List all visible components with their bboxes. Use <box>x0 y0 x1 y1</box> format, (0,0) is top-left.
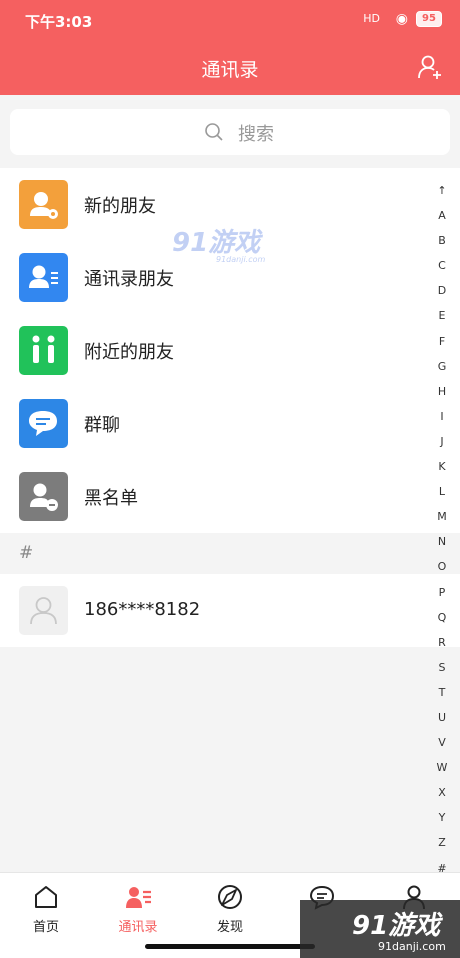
contact-row[interactable]: 186****8182 <box>0 574 460 647</box>
home-indicator <box>145 944 315 949</box>
index-letter[interactable]: B <box>432 228 452 253</box>
search-placeholder: 搜索 <box>238 124 274 145</box>
nearby-friends-item[interactable]: 附近的朋友 <box>0 314 430 387</box>
index-letter[interactable]: E <box>432 303 452 328</box>
index-letter[interactable]: Z <box>432 830 452 855</box>
index-letter[interactable]: D <box>432 278 452 303</box>
avatar-icon <box>19 586 68 635</box>
index-letter[interactable]: U <box>432 705 452 730</box>
index-letter[interactable]: K <box>432 454 452 479</box>
signal-icon: HD <box>363 12 380 25</box>
contact-name: 186****8182 <box>84 599 201 620</box>
page-title: 通讯录 <box>201 59 259 81</box>
search-input[interactable]: 搜索 <box>10 109 450 155</box>
wifi-icon: ◉ <box>395 11 408 27</box>
index-letter[interactable]: Y <box>432 805 452 830</box>
status-time: 下午3:03 <box>25 13 93 31</box>
blacklist-label: 黑名单 <box>84 488 138 509</box>
contacts-icon <box>126 887 151 908</box>
blacklist-item[interactable]: 黑名单 <box>0 460 430 533</box>
index-letter[interactable]: P <box>432 580 452 605</box>
battery-icon: 95 <box>416 11 442 27</box>
index-letter[interactable]: O <box>432 554 452 579</box>
group-chat-icon <box>19 399 68 448</box>
alphabet-index[interactable]: ↑ A B C D E F G H I J K L M N O P Q R S T U V W X Y Z # <box>432 178 452 881</box>
index-letter[interactable]: A <box>432 203 452 228</box>
tab-contacts-label: 通讯录 <box>118 920 158 935</box>
address-book-friends-label: 通讯录朋友 <box>84 269 174 290</box>
index-letter[interactable]: H <box>432 379 452 404</box>
index-letter[interactable]: V <box>432 730 452 755</box>
index-letter[interactable]: X <box>432 780 452 805</box>
index-letter[interactable]: N <box>432 529 452 554</box>
blacklist-icon <box>19 472 68 521</box>
new-friends-label: 新的朋友 <box>84 196 156 217</box>
index-letter[interactable]: W <box>432 755 452 780</box>
search-icon <box>205 123 223 141</box>
index-letter[interactable]: R <box>432 630 452 655</box>
watermark-text: 91游戏 <box>172 228 261 258</box>
group-chat-item[interactable]: 群聊 <box>0 387 430 460</box>
search-area: 搜索 <box>0 95 460 168</box>
index-letter[interactable]: J <box>432 429 452 454</box>
index-letter[interactable]: S <box>432 655 452 680</box>
index-letter[interactable]: M <box>432 504 452 529</box>
nearby-friends-label: 附近的朋友 <box>84 342 174 363</box>
nearby-people-icon <box>19 326 68 375</box>
watermark-subtext: 91danji.com <box>216 255 266 264</box>
tab-discover-label: 发现 <box>216 920 243 935</box>
watermark-badge-subtext: 91danji.com <box>378 940 446 953</box>
new-friend-icon <box>19 180 68 229</box>
home-icon <box>35 886 57 908</box>
group-chat-label: 群聊 <box>84 415 120 436</box>
watermark-logo: 91游戏 91danji.com <box>172 222 265 264</box>
status-bar: 下午3:03 HD ◉ 95 <box>0 0 460 40</box>
header-bar: 下午3:03 HD ◉ 95 通讯录 <box>0 0 460 95</box>
section-header-label: # <box>19 543 34 563</box>
index-letter[interactable]: ↑ <box>432 178 452 203</box>
tab-home-label: 首页 <box>32 920 59 935</box>
index-letter[interactable]: G <box>432 354 452 379</box>
index-letter[interactable]: F <box>432 329 452 354</box>
index-letter[interactable]: I <box>432 404 452 429</box>
add-friend-icon[interactable] <box>416 53 444 81</box>
section-header: # <box>0 533 460 574</box>
discover-icon <box>218 885 242 909</box>
watermark-badge: 91游戏 91danji.com <box>300 900 460 958</box>
tab-home[interactable]: 首页 <box>0 873 92 958</box>
watermark-badge-text: 91游戏 <box>352 911 441 941</box>
index-letter[interactable]: Q <box>432 605 452 630</box>
contacts-card-icon <box>19 253 68 302</box>
index-letter[interactable]: L <box>432 479 452 504</box>
index-letter[interactable]: C <box>432 253 452 278</box>
index-letter[interactable]: T <box>432 680 452 705</box>
